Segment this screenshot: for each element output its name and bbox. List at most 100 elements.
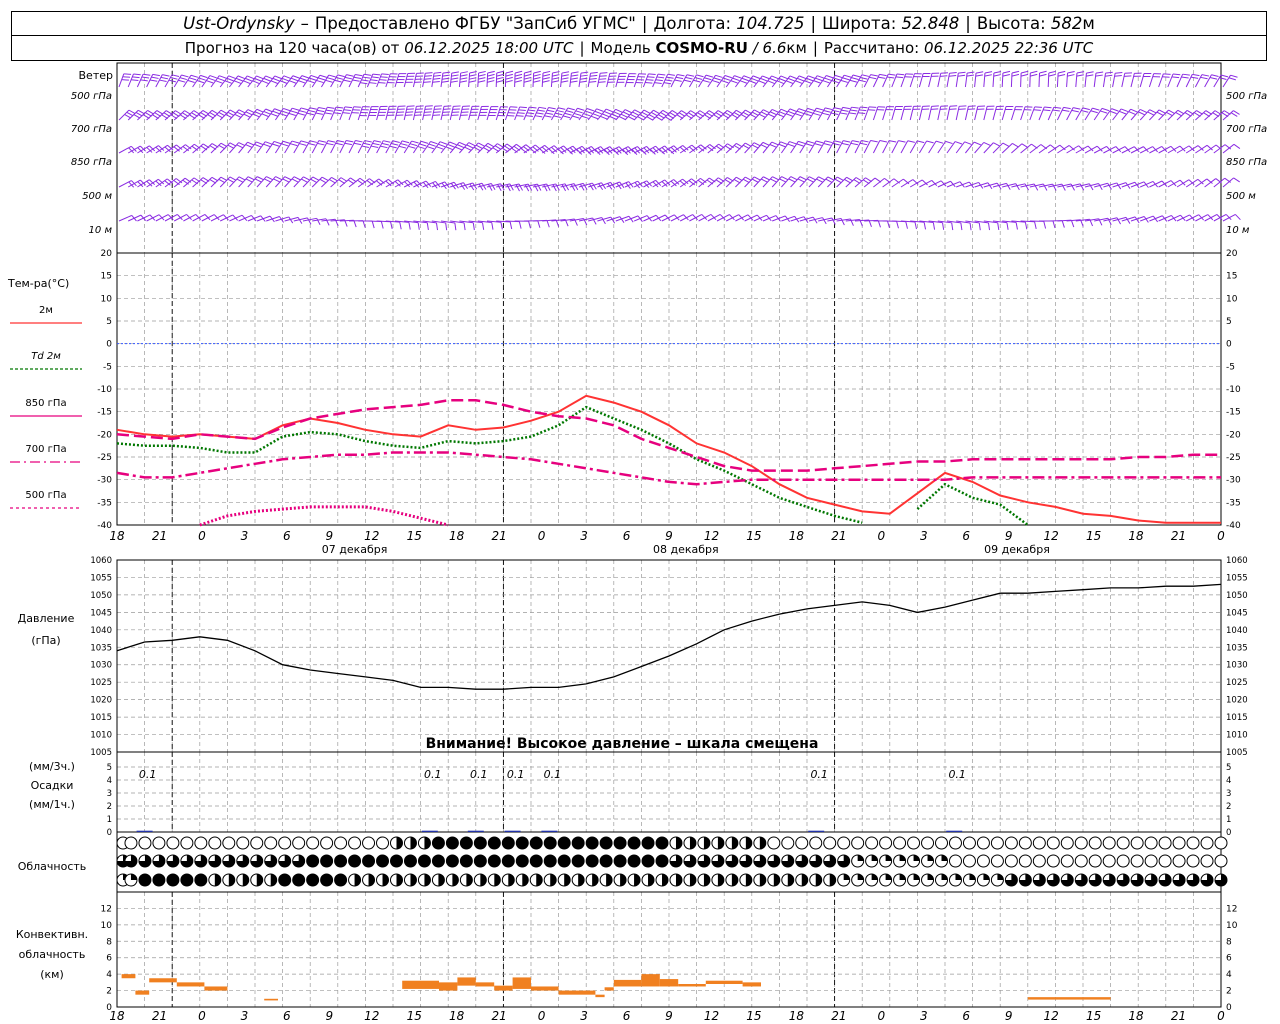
wind-barb-feather <box>335 106 344 109</box>
wind-barb-feather <box>478 70 486 74</box>
cloud-cover-fill <box>586 837 599 849</box>
wind-barb-feather <box>1033 109 1041 111</box>
conv-ytick-right: 4 <box>1226 970 1232 980</box>
wind-barb <box>1029 144 1042 154</box>
wind-barb-feather <box>790 176 798 181</box>
wind-barb <box>330 140 338 154</box>
wind-barb <box>808 176 819 188</box>
wind-barb <box>762 176 773 188</box>
wind-barb <box>376 178 389 188</box>
cloud-cover-icon <box>809 836 823 850</box>
x-hour-tick-bottom: 6 <box>623 1009 631 1023</box>
wind-barb-feather <box>319 178 327 184</box>
wind-barb-feather <box>151 76 159 79</box>
wind-barb <box>229 142 240 154</box>
wind-barb-feather <box>355 73 363 77</box>
wind-barb-feather <box>215 80 223 84</box>
wind-barb-feather <box>1230 112 1238 117</box>
wind-barb <box>882 106 888 121</box>
wind-barb-feather <box>325 79 333 83</box>
x-hour-tick-bottom: 21 <box>1171 1009 1186 1023</box>
cloud-cover-fill <box>717 837 724 849</box>
wind-barb <box>633 73 640 88</box>
wind-barb-feather <box>370 79 378 82</box>
wind-barb-feather <box>743 75 751 79</box>
wind-barb <box>587 73 592 88</box>
wind-barb-feather <box>1062 109 1070 112</box>
wind-barb-feather <box>235 77 244 82</box>
temp-ytick: 0 <box>106 340 112 350</box>
wind-barb <box>1222 110 1234 121</box>
wind-barb-feather <box>812 112 821 116</box>
wind-barb-feather <box>983 141 991 146</box>
cloud-cover-icon <box>1060 854 1074 868</box>
wind-barb <box>606 73 611 88</box>
cloud-cover-icon <box>907 836 921 850</box>
wind-barb-feather <box>598 81 606 83</box>
temp-series-1 <box>116 405 1029 527</box>
wind-barb-feather <box>318 140 327 143</box>
wind-barb-feather <box>526 112 535 115</box>
wind-barb <box>302 176 314 188</box>
wind-barb-feather <box>143 73 151 76</box>
cloud-cover-icon <box>1018 854 1032 868</box>
cloud-cover-fill <box>913 855 920 861</box>
wind-barb-feather <box>433 74 441 77</box>
cloud-cover-fill <box>194 874 207 886</box>
wind-barb-feather <box>149 79 158 82</box>
wind-barb <box>449 106 454 121</box>
wind-barb-feather <box>1020 73 1029 77</box>
wind-barb-feather <box>308 109 316 113</box>
wind-barb-feather <box>256 176 264 181</box>
wind-barb-feather <box>905 221 908 229</box>
cloud-cover-icon <box>976 836 990 850</box>
wind-barb-feather <box>997 222 1000 231</box>
cloud-cover-icon <box>962 836 976 850</box>
wind-barb <box>431 73 435 88</box>
cloud-cover-fill <box>941 855 948 861</box>
pressure-ytick-right: 1040 <box>1226 626 1248 636</box>
wind-barb-feather <box>291 107 300 111</box>
wind-barb <box>698 110 710 121</box>
wind-barb-feather <box>923 222 927 230</box>
wind-barb-feather <box>131 79 139 81</box>
wind-barb-feather <box>1082 107 1090 111</box>
wind-barb-feather <box>605 108 614 113</box>
wind-barb <box>210 142 222 154</box>
temp-ytick: -20 <box>97 430 112 440</box>
conv-ytick: 8 <box>106 937 112 947</box>
wind-level-label-right: 500 м <box>1226 191 1256 202</box>
x-hour-tick-bottom: 6 <box>283 1009 291 1023</box>
conv-cloud-bar <box>613 979 642 987</box>
wind-barb-feather <box>702 79 710 83</box>
cloud-cover-fill <box>745 874 752 886</box>
wind-barb-feather <box>632 111 640 116</box>
pressure-ytick-right: 1045 <box>1226 608 1248 618</box>
wind-barb <box>707 177 719 188</box>
wind-barb-feather <box>528 109 536 112</box>
wind-barb-feather <box>548 107 556 110</box>
wind-barb <box>753 176 764 188</box>
wind-barb-feather <box>265 75 273 80</box>
wind-barb-feather <box>254 178 262 183</box>
x-hour-tick-bottom: 6 <box>962 1009 970 1023</box>
wind-barb-feather <box>966 74 975 77</box>
wind-barb-feather <box>505 76 513 80</box>
wind-barb-feather <box>566 110 574 113</box>
wind-barb-feather <box>844 178 851 184</box>
wind-barb-feather <box>463 222 466 231</box>
wind-barb-feather <box>243 113 251 118</box>
wind-barb-feather <box>832 142 840 146</box>
wind-barb-feather <box>307 80 315 84</box>
temp-ytick: 15 <box>101 272 112 282</box>
wind-barb <box>652 110 664 121</box>
wind-barb <box>872 106 879 121</box>
cloud-cover-fill <box>474 855 487 867</box>
wind-barb <box>863 177 876 188</box>
wind-level-label-right: 500 гПа <box>1226 91 1267 102</box>
wind-barb-feather <box>827 176 835 181</box>
wind-barb-feather <box>182 146 190 152</box>
cloud-cover-fill <box>787 874 794 886</box>
wind-barb-feather <box>209 75 217 79</box>
wind-barb <box>357 74 365 88</box>
